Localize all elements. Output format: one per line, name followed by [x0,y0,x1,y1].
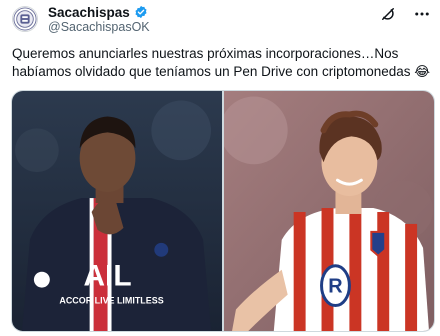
player-atletico-image: R [224,91,434,331]
display-name[interactable]: Sacachispas [48,5,130,20]
psg-sponsor-text: ACCOR LIVE LIMITLESS [59,296,163,306]
psg-kit-text: AIL [84,260,132,293]
account-handle[interactable]: @SacachispasOK [48,20,150,34]
tweet-top-actions [378,4,432,24]
grok-icon[interactable] [378,4,398,24]
verified-badge-icon [134,5,148,19]
photo-left[interactable]: AIL ACCOR LIVE LIMITLESS [12,91,222,331]
tweet-card: Sacachispas @SacachispasOK Queremos anun… [0,0,440,336]
account-avatar[interactable] [12,6,38,32]
tweet-media[interactable]: AIL ACCOR LIVE LIMITLESS R [11,90,435,332]
player-psg-image: AIL ACCOR LIVE LIMITLESS [12,91,222,331]
atletico-kit-letter: R [328,276,342,298]
club-crest-icon [13,7,37,31]
tweet-text: Queremos anunciarles nuestras próximas i… [12,46,431,79]
photo-right[interactable]: R [224,91,434,331]
account-name-row: Sacachispas [48,4,148,20]
more-options-icon[interactable] [412,4,432,24]
